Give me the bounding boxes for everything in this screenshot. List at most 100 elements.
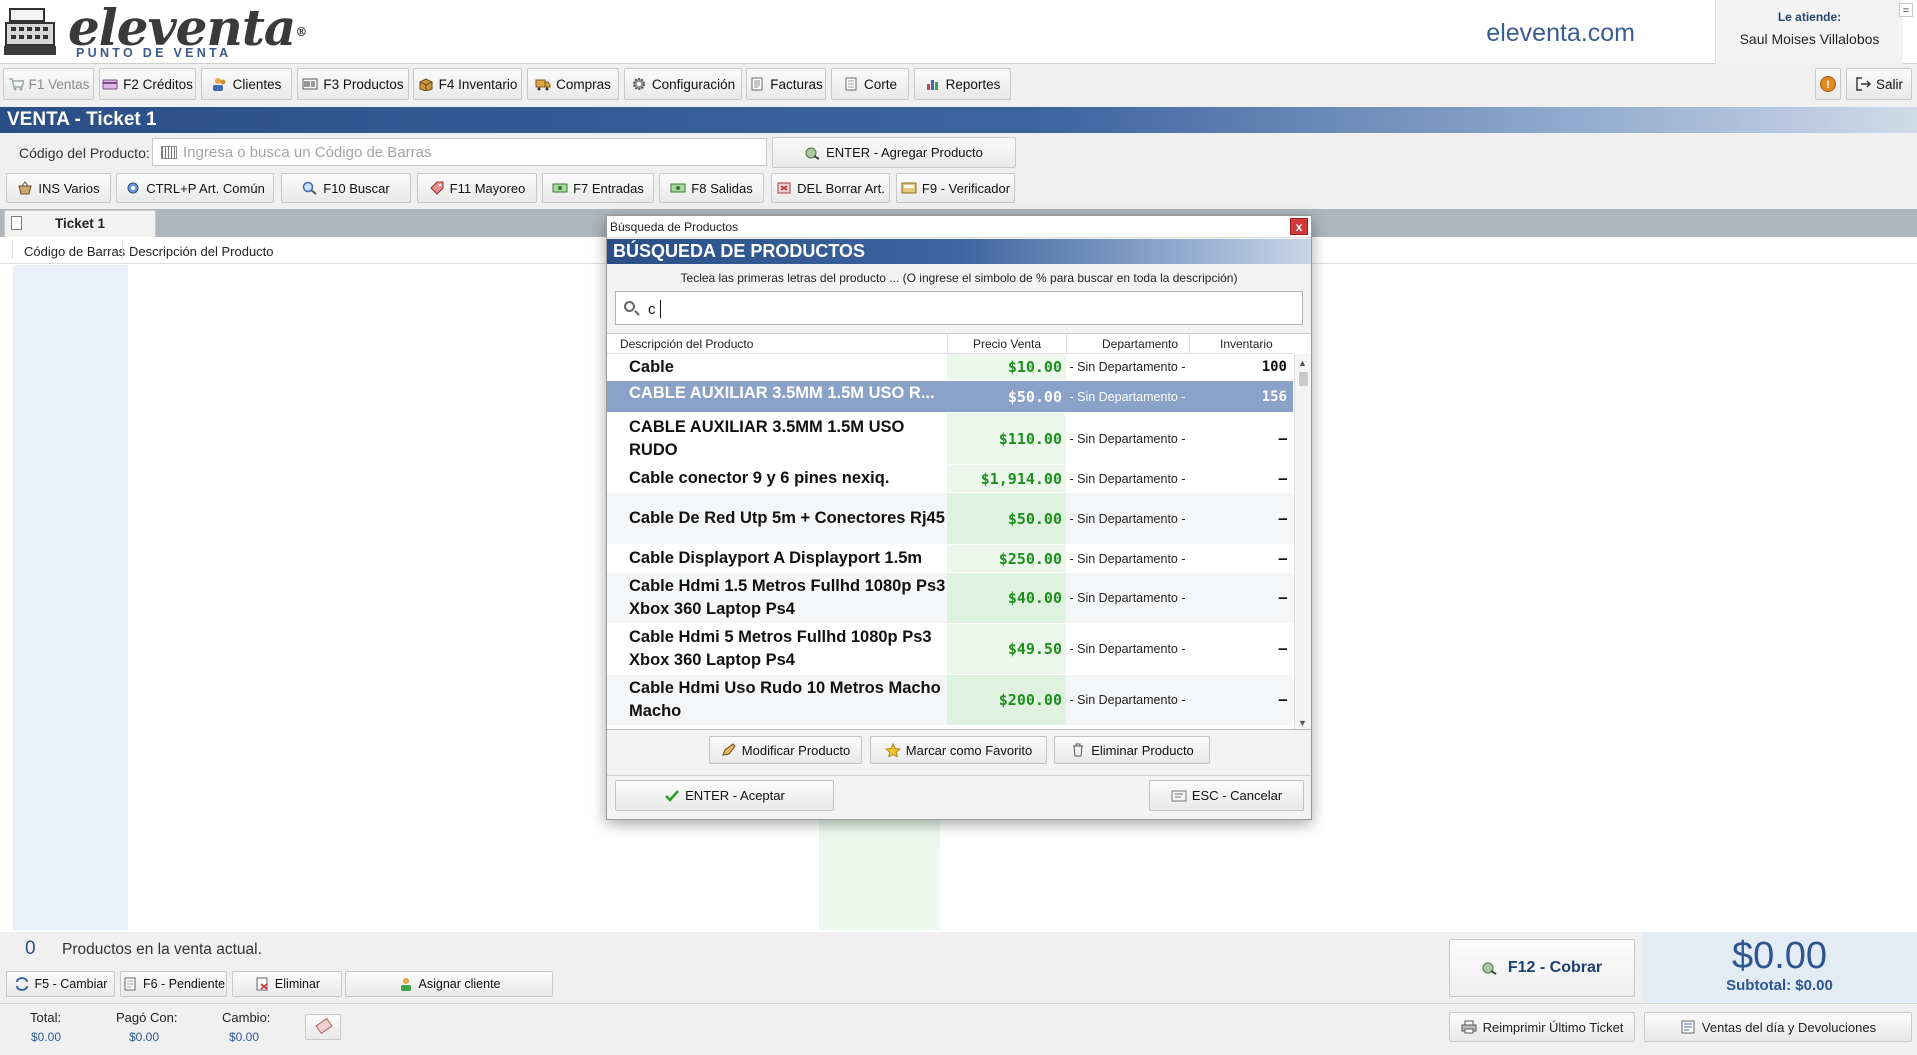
users-icon bbox=[212, 77, 228, 91]
result-row[interactable]: Cable $10.00 - Sin Departamento - 100 bbox=[607, 354, 1293, 381]
ins-varios-label: INS Varios bbox=[38, 180, 100, 196]
accept-button[interactable]: ENTER - Aceptar bbox=[615, 780, 834, 811]
toolbar-creditos-button[interactable]: F2 Créditos bbox=[99, 68, 196, 100]
sales-day-button[interactable]: Ventas del día y Devoluciones bbox=[1644, 1012, 1912, 1042]
eliminar-ticket-button[interactable]: Eliminar bbox=[232, 971, 342, 997]
toolbar-productos-button[interactable]: F3 Productos bbox=[297, 68, 409, 100]
modify-product-button[interactable]: Modificar Producto bbox=[709, 736, 862, 764]
result-row[interactable]: Cable Hdmi Uso Rudo 10 Metros Macho Mach… bbox=[607, 675, 1293, 726]
cancel-button[interactable]: ESC - Cancelar bbox=[1149, 780, 1304, 811]
entradas-button[interactable]: F7 Entradas bbox=[542, 173, 654, 203]
result-row[interactable]: Cable conector 9 y 6 pines nexiq. $1,914… bbox=[607, 465, 1293, 493]
cancel-label: ESC - Cancelar bbox=[1191, 788, 1283, 803]
add-product-button[interactable]: ENTER - Agregar Producto bbox=[772, 137, 1016, 168]
favorite-label: Marcar como Favorito bbox=[905, 742, 1033, 758]
toolbar-compras-button[interactable]: Compras bbox=[527, 68, 619, 100]
basket-icon bbox=[17, 181, 33, 195]
change-label: Cambio: bbox=[222, 1010, 271, 1025]
result-row[interactable]: CABLE AUXILIAR 3.5MM 1.5M USO RUDO $110.… bbox=[607, 413, 1293, 465]
dialog-search-field[interactable] bbox=[615, 291, 1303, 325]
toolbar-facturas-button[interactable]: Facturas bbox=[746, 68, 826, 100]
product-code-input[interactable] bbox=[183, 141, 758, 163]
result-row[interactable]: Cable Hdmi 5 Metros Fullhd 1080p Ps3 Xbo… bbox=[607, 624, 1293, 675]
price-checker-icon bbox=[901, 181, 917, 195]
dialog-titlebar: Búsqueda de Productos x bbox=[607, 216, 1311, 238]
scroll-up-icon[interactable]: ▲ bbox=[1298, 358, 1307, 368]
tag-icon bbox=[125, 181, 141, 195]
modify-product-label: Modificar Producto bbox=[741, 742, 851, 758]
toolbar-inventario-button[interactable]: F4 Inventario bbox=[413, 68, 522, 100]
app-header: eleventa® PUNTO DE VENTA eleventa.com Le… bbox=[0, 0, 1917, 64]
buscar-label: F10 Buscar bbox=[323, 180, 390, 196]
pendiente-button[interactable]: F6 - Pendiente bbox=[120, 971, 227, 997]
col-header-description[interactable]: Descripción del Producto bbox=[129, 244, 274, 259]
product-code-field[interactable] bbox=[152, 138, 767, 166]
exit-button[interactable]: Salir bbox=[1846, 68, 1912, 100]
scroll-thumb[interactable] bbox=[1299, 372, 1308, 386]
delete-product-label: Eliminar Producto bbox=[1091, 742, 1194, 758]
asignar-cliente-button[interactable]: Asignar cliente bbox=[345, 971, 553, 997]
big-total-amount: $0.00 bbox=[1731, 935, 1828, 977]
result-row[interactable]: Cable De Red Utp 5m + Conectores Rj45 $5… bbox=[607, 493, 1293, 545]
result-row[interactable]: Cable Displayport A Displayport 1.5m $25… bbox=[607, 545, 1293, 573]
dialog-banner-title: BÚSQUEDA DE PRODUCTOS bbox=[613, 241, 866, 261]
borrar-art-button[interactable]: DEL Borrar Art. bbox=[771, 173, 890, 203]
tab-ticket-1[interactable]: Ticket 1 bbox=[4, 210, 156, 237]
tab-ticket-1-label: Ticket 1 bbox=[54, 216, 106, 231]
tag-button[interactable] bbox=[305, 1014, 341, 1040]
row-price: $200.00 bbox=[947, 675, 1066, 725]
total-box: $0.00 Subtotal: $0.00 bbox=[1642, 932, 1917, 1002]
dialog-close-button[interactable]: x bbox=[1290, 218, 1308, 235]
ins-varios-button[interactable]: INS Varios bbox=[6, 173, 111, 203]
toolbar-clientes-label: Clientes bbox=[232, 76, 282, 92]
col-header-price[interactable]: Precio Venta bbox=[973, 337, 1041, 351]
totals-divider bbox=[0, 1003, 1917, 1004]
toolbar-reportes-button[interactable]: Reportes bbox=[914, 68, 1011, 100]
results-scrollbar[interactable]: ▲ ▼ bbox=[1294, 354, 1311, 729]
verificador-button[interactable]: F9 - Verificador bbox=[896, 173, 1015, 203]
result-row[interactable]: Cable Hdmi 1.5 Metros Fullhd 1080p Ps3 X… bbox=[607, 573, 1293, 624]
site-link[interactable]: eleventa.com bbox=[1486, 19, 1635, 48]
charge-button[interactable]: F12 - Cobrar bbox=[1449, 939, 1635, 997]
price-tag-icon bbox=[429, 181, 445, 195]
bar-chart-icon bbox=[925, 77, 941, 91]
alert-button[interactable]: ! bbox=[1815, 68, 1841, 100]
product-search-dialog: Búsqueda de Productos x BÚSQUEDA DE PROD… bbox=[606, 215, 1312, 820]
reprint-ticket-button[interactable]: Reimprimir Último Ticket bbox=[1449, 1012, 1635, 1042]
col-header-inventory[interactable]: Inventario bbox=[1220, 337, 1273, 351]
eliminar-ticket-label: Eliminar bbox=[274, 977, 321, 991]
dialog-search-input[interactable] bbox=[648, 298, 1288, 320]
toolbar-corte-button[interactable]: Corte bbox=[831, 68, 909, 100]
text-caret bbox=[660, 300, 661, 318]
barcode-icon bbox=[161, 146, 177, 159]
eraser-icon bbox=[315, 1017, 333, 1035]
art-comun-button[interactable]: CTRL+P Art. Común bbox=[116, 173, 274, 203]
row-description: Cable Hdmi Uso Rudo 10 Metros Macho Mach… bbox=[629, 679, 941, 720]
scroll-down-icon[interactable]: ▼ bbox=[1298, 718, 1307, 728]
mayoreo-button[interactable]: F11 Mayoreo bbox=[417, 173, 537, 203]
row-department: - Sin Departamento - bbox=[1069, 360, 1186, 374]
total-value: $0.00 bbox=[31, 1030, 62, 1044]
register-icon bbox=[843, 77, 859, 91]
paid-value: $0.00 bbox=[129, 1030, 160, 1044]
search-icon bbox=[302, 181, 318, 195]
toolbar-configuracion-button[interactable]: Configuración bbox=[624, 68, 742, 100]
col-header-department[interactable]: Departamento bbox=[1102, 337, 1178, 351]
salidas-button[interactable]: F8 Salidas bbox=[659, 173, 764, 203]
row-description: Cable Hdmi 5 Metros Fullhd 1080p Ps3 Xbo… bbox=[629, 628, 932, 669]
toolbar-facturas-label: Facturas bbox=[770, 76, 823, 92]
buscar-button[interactable]: F10 Buscar bbox=[281, 173, 411, 203]
delete-product-button[interactable]: Eliminar Producto bbox=[1054, 736, 1210, 764]
toolbar-inventario-label: F4 Inventario bbox=[438, 76, 518, 92]
favorite-button[interactable]: Marcar como Favorito bbox=[870, 736, 1047, 764]
result-row-selected[interactable]: CABLE AUXILIAR 3.5MM 1.5M USO R... $50.0… bbox=[607, 381, 1293, 413]
col-header-barcode[interactable]: Código de Barras bbox=[24, 244, 125, 259]
borrar-art-label: DEL Borrar Art. bbox=[797, 180, 885, 196]
results-header: Descripción del Producto Precio Venta De… bbox=[607, 334, 1293, 354]
col-header-product-description[interactable]: Descripción del Producto bbox=[620, 337, 753, 351]
cart-icon bbox=[8, 77, 25, 91]
menu-toggle-icon[interactable]: = bbox=[1899, 3, 1913, 17]
toolbar-ventas-button[interactable]: F1 Ventas bbox=[3, 68, 94, 100]
cambiar-button[interactable]: F5 - Cambiar bbox=[6, 971, 115, 997]
toolbar-clientes-button[interactable]: Clientes bbox=[201, 68, 292, 100]
